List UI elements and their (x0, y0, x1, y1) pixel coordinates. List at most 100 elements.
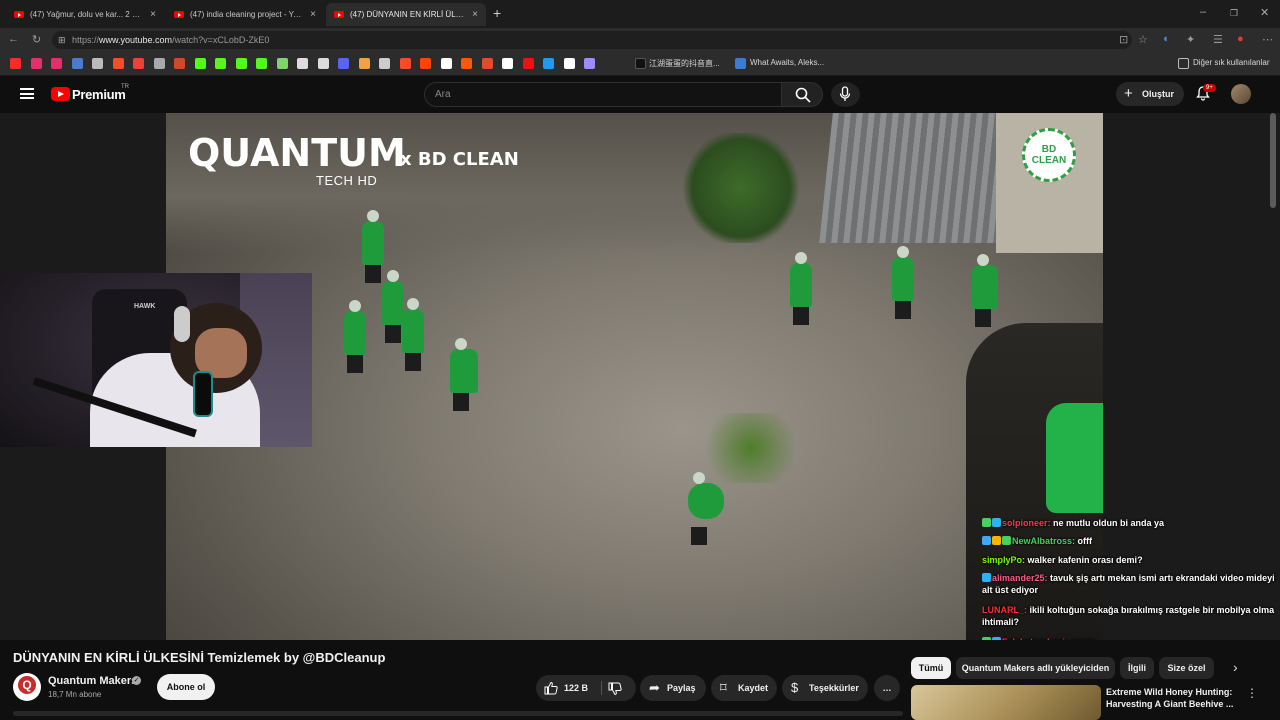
bookmark-favicon-icon[interactable] (481, 58, 493, 69)
search-button[interactable] (781, 82, 823, 107)
profile-icon[interactable]: ● (1237, 33, 1244, 45)
bookmark-icon: ⌑ (720, 680, 727, 695)
search-input[interactable]: Ara (424, 82, 782, 107)
create-button[interactable]: + Oluştur (1116, 82, 1184, 106)
youtube-premium-wordmark[interactable]: Premium (72, 87, 126, 102)
bookmark-favicon-icon[interactable] (461, 58, 472, 69)
share-button[interactable]: ➦ Paylaş (640, 675, 706, 701)
chat-badge-icon (1002, 536, 1011, 545)
bookmark-favicon-icon (735, 58, 746, 69)
video-worker (450, 338, 478, 411)
minimize-icon[interactable]: – (1200, 6, 1206, 18)
thanks-button[interactable]: $ Teşekkürler (782, 675, 868, 701)
video-worker (688, 472, 724, 545)
video-scene-green-shirt (1046, 403, 1103, 513)
site-info-icon[interactable]: ⊞ (58, 31, 66, 49)
bookmark-favicon-icon[interactable] (584, 58, 595, 69)
chips-next-icon[interactable]: › (1233, 659, 1238, 675)
bookmark-favicon-icon[interactable] (215, 58, 226, 69)
horizontal-scrollbar[interactable] (13, 711, 903, 716)
url-host: www.youtube.com (99, 35, 173, 45)
bookmark-tiktok[interactable]: 江湖蛋蛋的抖音直... (649, 58, 720, 69)
chip-all[interactable]: Tümü (911, 657, 951, 679)
bookmark-favicon-icon[interactable] (543, 58, 554, 69)
app-icon[interactable]: ⊡ (1119, 33, 1128, 46)
bookmark-favicon-icon[interactable] (440, 58, 452, 69)
page-scrollbar[interactable] (1270, 113, 1276, 208)
chat-message: solpioneer: ne mutlu oldun bi anda ya (982, 517, 1278, 529)
bookmark-favicon-icon[interactable] (522, 58, 534, 69)
bookmark-favicon-icon[interactable] (317, 58, 329, 69)
maximize-icon[interactable]: ❐ (1230, 8, 1238, 19)
video-scene-trees (681, 133, 801, 243)
url-field[interactable]: ⊞ https://www.youtube.com/watch?v=xCLobD… (52, 31, 1132, 49)
more-actions-button[interactable]: … (874, 675, 900, 701)
thumbs-down-icon[interactable] (608, 682, 622, 696)
bookmark-other-favorites[interactable]: Diğer sık kullanılanlar (1193, 58, 1269, 67)
bookmark-favicon-icon[interactable] (358, 58, 370, 69)
extensions-icon[interactable]: ✦ (1186, 33, 1195, 46)
tiktok-icon[interactable] (635, 58, 646, 69)
chat-badge-icon (982, 518, 991, 527)
video-worker (892, 246, 914, 319)
browser-tab[interactable]: (47) Yağmur, dolu ve kar... 2 odalı × (6, 3, 164, 26)
bookmark-favicon-icon[interactable] (379, 58, 390, 69)
close-window-icon[interactable]: ✕ (1260, 6, 1269, 19)
bookmark-favicon-icon[interactable] (112, 58, 124, 69)
bookmark-favicon-icon[interactable] (133, 58, 144, 69)
stream-chat-overlay: solpioneer: ne mutlu oldun bi anda ya New… (982, 515, 1280, 650)
read-aloud-icon[interactable]: ◖ (1162, 33, 1169, 45)
bookmark-favicon-icon[interactable] (297, 58, 308, 69)
bookmark-favicon-icon[interactable] (563, 58, 575, 69)
recommended-video-title[interactable]: Extreme Wild Honey Hunting: Harvesting A… (1106, 686, 1236, 710)
close-tab-icon[interactable]: × (472, 9, 478, 20)
account-avatar[interactable] (1231, 84, 1251, 104)
more-actions-icon: … (882, 683, 892, 693)
bookmark-favicon-icon[interactable] (92, 58, 103, 69)
favorites-icon[interactable]: ☰ (1213, 33, 1223, 46)
bookmark-favicon-icon[interactable] (502, 58, 513, 69)
channel-name[interactable]: Quantum Makers (48, 675, 137, 687)
bookmark-favicon-icon[interactable] (51, 58, 62, 69)
browser-tab-active[interactable]: (47) DÜNYANIN EN KİRLİ ÜLKESİNİ × (326, 3, 486, 26)
bookmark-favicon-icon[interactable] (153, 58, 165, 69)
create-label: Oluştur (1142, 89, 1175, 99)
close-tab-icon[interactable]: × (150, 9, 156, 20)
bookmark-favicon-icon[interactable] (10, 58, 21, 69)
bookmark-favicon-icon[interactable] (235, 58, 247, 69)
youtube-logo-icon[interactable] (51, 87, 70, 101)
recommended-more-icon[interactable]: ⋮ (1246, 686, 1258, 700)
chip-related[interactable]: İlgili (1120, 657, 1154, 679)
voice-search-button[interactable] (831, 82, 860, 107)
bookmark-favicon-icon[interactable] (194, 58, 206, 69)
browser-menu-icon[interactable]: ⋯ (1262, 33, 1273, 46)
bookmark-favicon-icon[interactable] (420, 58, 431, 69)
reload-icon[interactable]: ↻ (32, 33, 41, 46)
streamer-webcam: HAWK (0, 273, 312, 447)
chip-from-uploader[interactable]: Quantum Makers adlı yükleyiciden (956, 657, 1115, 679)
bookmark-favicon-icon[interactable] (338, 58, 349, 69)
new-tab-button[interactable]: + (493, 5, 501, 21)
bookmark-what-awaits[interactable]: What Awaits, Aleks... (750, 58, 824, 67)
back-icon[interactable]: ← (8, 33, 19, 45)
video-scene-tin-roof (819, 113, 1013, 243)
browser-tab[interactable]: (47) india cleaning project - YouTube × (166, 3, 324, 26)
bookmark-favicon-icon[interactable] (174, 58, 185, 69)
headphones-icon (174, 306, 190, 342)
recommended-video-thumbnail[interactable] (911, 685, 1101, 720)
favorite-star-icon[interactable]: ☆ (1138, 33, 1148, 46)
save-button[interactable]: ⌑ Kaydet (711, 675, 777, 701)
bookmark-favicon-icon[interactable] (399, 58, 411, 69)
close-tab-icon[interactable]: × (310, 9, 316, 20)
channel-avatar[interactable] (13, 673, 41, 701)
chip-for-you[interactable]: Size özel (1159, 657, 1214, 679)
chat-message: simplyPo: walker kafenin orası demi? (982, 555, 1143, 565)
bookmark-favicon-icon[interactable] (256, 58, 267, 69)
bookmark-favicon-icon[interactable] (276, 58, 288, 69)
plus-icon: + (1124, 85, 1133, 102)
subscribe-button[interactable]: Abone ol (157, 674, 215, 700)
bookmark-favicon-icon[interactable] (30, 58, 42, 69)
menu-icon[interactable] (20, 88, 34, 99)
super-thanks-icon: $ (791, 680, 799, 695)
bookmark-favicon-icon[interactable] (71, 58, 83, 69)
